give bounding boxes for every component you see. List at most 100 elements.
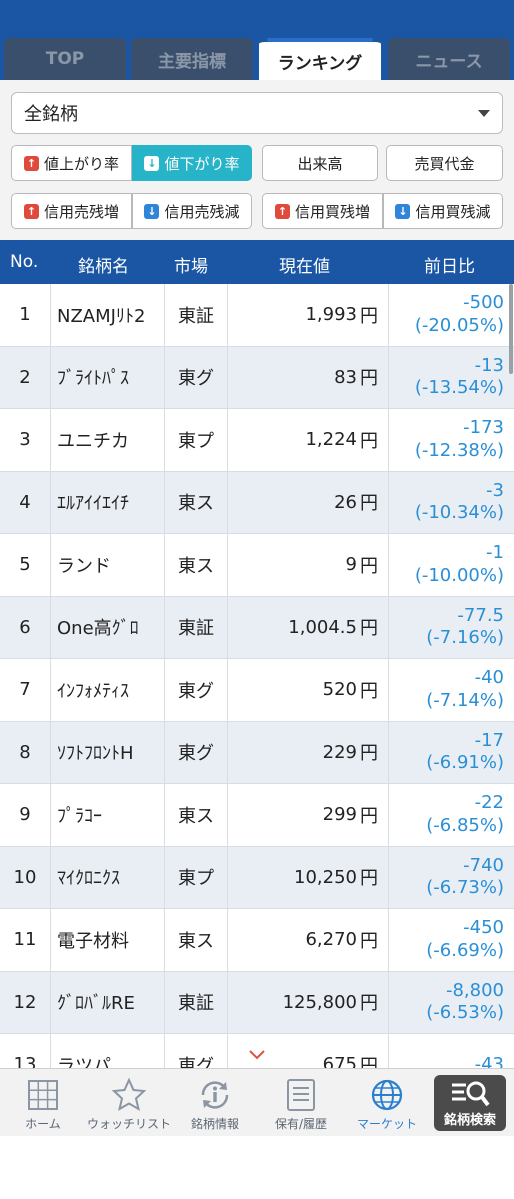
- market-name: 東プ: [164, 409, 227, 471]
- nav-stock-info[interactable]: 銘柄情報: [172, 1069, 258, 1137]
- stock-name: ﾌﾞﾗｲﾄﾊﾟｽ: [50, 346, 164, 408]
- scrollbar[interactable]: [509, 284, 513, 374]
- table-row[interactable]: 4 ｴﾙｱｲｲｴｲﾁ 東ス 26 円 -3 (-10.34%): [0, 471, 514, 534]
- table-row[interactable]: 2 ﾌﾞﾗｲﾄﾊﾟｽ 東グ 83 円 -13 (-13.54%): [0, 346, 514, 409]
- market-name: 東グ: [164, 721, 227, 783]
- nav-label: 保有/履歴: [274, 1117, 328, 1131]
- table-row[interactable]: 6 One高ｸﾞﾛ 東証 1,004.5 円 -77.5 (-7.16%): [0, 596, 514, 659]
- dropdown-caret-icon: [478, 110, 490, 117]
- market-name: 東証: [164, 284, 227, 346]
- stock-name: ﾏｲｸﾛﾆｸｽ: [50, 846, 164, 908]
- margin-buy-increase-button[interactable]: ↑ 信用買残増: [262, 193, 383, 229]
- price-value: 1,993: [305, 304, 357, 326]
- rank-number: 12: [13, 991, 37, 1013]
- info-refresh-icon: [201, 1081, 229, 1109]
- arrow-down-icon: ↓: [144, 155, 160, 171]
- price-value: 125,800: [282, 991, 357, 1013]
- trading-value-button[interactable]: 売買代金: [386, 145, 503, 181]
- table-row[interactable]: 8 ｿﾌﾄﾌﾛﾝﾄH 東グ 229 円 -17 (-6.91%): [0, 721, 514, 784]
- rank-number: 4: [19, 491, 31, 513]
- nav-home[interactable]: ホーム: [0, 1069, 86, 1137]
- header-market: 市場: [174, 257, 208, 277]
- table-row[interactable]: 7 ｲﾝﾌｫﾒﾃｨｽ 東グ 520 円 -40 (-7.14%): [0, 659, 514, 722]
- scroll-down-chevron-icon[interactable]: [249, 1050, 265, 1060]
- price-change: -22 (-6.85%): [388, 784, 514, 846]
- current-price: 9円: [227, 534, 388, 596]
- nav-watchlist[interactable]: ウォッチリスト: [86, 1069, 172, 1137]
- change-value: -740: [463, 854, 504, 876]
- price-change: -500 (-20.05%): [388, 284, 514, 346]
- volume-button[interactable]: 出来高: [262, 145, 378, 181]
- rank-number: 2: [19, 366, 31, 388]
- market-name: 東グ: [164, 659, 227, 721]
- arrow-up-icon: ↑: [274, 203, 290, 219]
- change-value: -3: [486, 479, 504, 501]
- stock-name: ラツパ: [50, 1034, 164, 1068]
- table-row[interactable]: 1 NZAMJﾘﾄ2 東証 1,993 円 -500 (-20.05%): [0, 284, 514, 347]
- rank-number: 11: [13, 929, 37, 951]
- current-price: 520 円: [227, 659, 388, 721]
- stock-name: ﾌﾟﾗｺｰ: [50, 784, 164, 846]
- nav-label: 銘柄情報: [190, 1117, 239, 1131]
- margin-buy-decrease-button[interactable]: ↓ 信用買残減: [383, 193, 503, 229]
- price-change: -17 (-6.91%): [388, 721, 514, 783]
- fall-rate-button[interactable]: ↓ 値下がり率: [132, 145, 252, 181]
- rank-number: 5: [19, 554, 31, 576]
- price-change: -450 (-6.69%): [388, 909, 514, 971]
- change-percent: (-13.54%): [414, 377, 504, 399]
- change-percent: (-7.16%): [426, 627, 504, 649]
- market-select[interactable]: 全銘柄: [11, 92, 503, 134]
- change-value: -77.5: [457, 604, 504, 626]
- market-name: 東ス: [164, 909, 227, 971]
- price-value: 229: [322, 741, 357, 763]
- top-bar: TOP 主要指標 ランキング ニュース: [0, 0, 514, 80]
- nav-stock-search[interactable]: 銘柄検索: [434, 1075, 506, 1131]
- stock-name: One高ｸﾞﾛ: [50, 596, 164, 658]
- tab-top[interactable]: TOP: [4, 38, 126, 80]
- price-value: 10,250: [294, 866, 357, 888]
- header-change: 前日比: [424, 257, 475, 277]
- current-price: 6,270 円: [227, 909, 388, 971]
- table-row[interactable]: 5 ランド 東ス 9 円 -1 (-10.00%): [0, 534, 514, 597]
- bottom-navigation: ホーム ウォッチリスト 銘柄情報 保有/履歴 マーケット 銘柄検索: [0, 1068, 514, 1136]
- current-price: 1,224 円: [227, 409, 388, 471]
- market-name: 東グ: [164, 1034, 227, 1068]
- nav-holdings-history[interactable]: 保有/履歴: [258, 1069, 344, 1137]
- nav-market[interactable]: マーケット: [344, 1069, 430, 1137]
- tab-key-indicators[interactable]: 主要指標: [131, 38, 253, 80]
- table-row[interactable]: 10 ﾏｲｸﾛﾆｸｽ 東プ 10,250 円 -740 (-6.73%): [0, 846, 514, 909]
- button-label: 出来高: [297, 154, 343, 173]
- change-value: -8,800: [445, 979, 504, 1001]
- change-percent: (-6.91%): [426, 752, 504, 774]
- change-value: -450: [463, 917, 504, 939]
- price-change: -173 (-12.38%): [388, 409, 514, 471]
- change-value: -173: [463, 417, 504, 439]
- table-row[interactable]: 12 ｸﾞﾛﾊﾞﾙRE 東証 125,800 円 -8,800 (-6.53%): [0, 971, 514, 1034]
- blank-footer: [0, 1136, 514, 1199]
- current-price: 1,004.5 円: [227, 596, 388, 658]
- current-price: 1,993 円: [227, 284, 388, 346]
- price-unit: 円: [360, 930, 378, 952]
- table-row[interactable]: 9 ﾌﾟﾗｺｰ 東ス 299 円 -22 (-6.85%): [0, 784, 514, 847]
- change-value: -40: [474, 667, 504, 689]
- stock-name: 電子材料: [50, 909, 164, 971]
- table-row[interactable]: 3 ユニチカ 東プ 1,224 円 -173 (-12.38%): [0, 409, 514, 472]
- search-list-icon: [452, 1081, 490, 1107]
- price-value: 83: [334, 366, 357, 388]
- margin-sell-decrease-button[interactable]: ↓ 信用売残減: [132, 193, 252, 229]
- stock-name: ｲﾝﾌｫﾒﾃｨｽ: [50, 659, 164, 721]
- stock-name: ｿﾌﾄﾌﾛﾝﾄH: [50, 721, 164, 783]
- price-change: -740 (-6.73%): [388, 846, 514, 908]
- table-row[interactable]: 11 電子材料 東ス 6,270 円 -450 (-6.69%): [0, 909, 514, 972]
- market-name: 東グ: [164, 346, 227, 408]
- tab-label: TOP: [45, 49, 85, 69]
- button-label: 信用売残増: [43, 202, 119, 221]
- price-change: -8,800 (-6.53%): [388, 971, 514, 1033]
- arrow-down-icon: ↓: [395, 203, 411, 219]
- rise-rate-button[interactable]: ↑ 値上がり率: [11, 145, 132, 181]
- margin-sell-increase-button[interactable]: ↑ 信用売残増: [11, 193, 132, 229]
- tab-ranking[interactable]: ランキング: [259, 38, 381, 80]
- tab-news[interactable]: ニュース: [388, 38, 510, 80]
- nav-label: マーケット: [356, 1117, 417, 1131]
- header-name: 銘柄名: [78, 257, 129, 277]
